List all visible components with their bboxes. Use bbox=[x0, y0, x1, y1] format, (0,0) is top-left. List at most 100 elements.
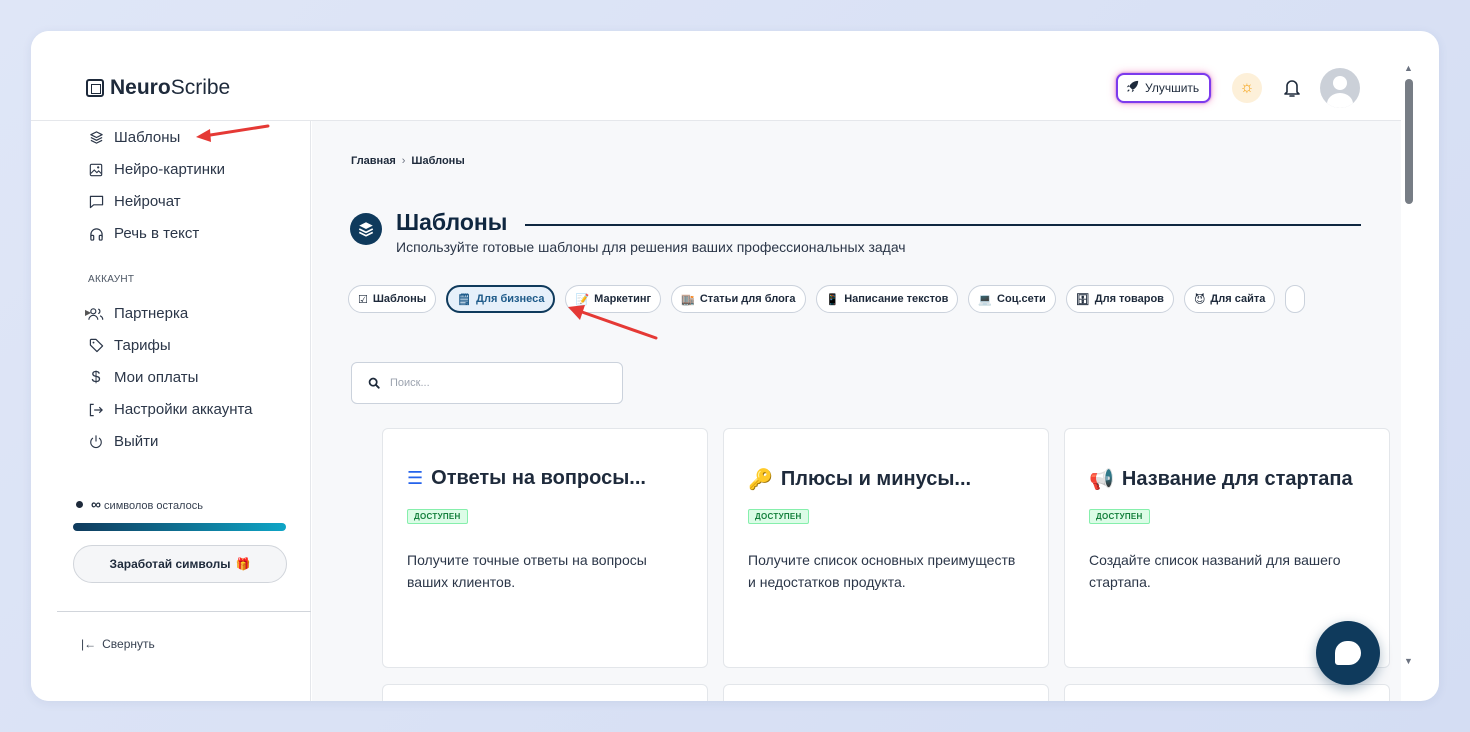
sidebar-item-label: Нейрочат bbox=[114, 193, 181, 210]
image-icon bbox=[88, 162, 104, 178]
megaphone-icon: 📢 bbox=[1089, 469, 1114, 491]
collapse-button[interactable]: |← Свернуть bbox=[81, 637, 155, 651]
card-title: 🔑 Плюсы и минусы... bbox=[748, 468, 972, 491]
symbols-progress-fill bbox=[73, 523, 286, 531]
earn-symbols-button[interactable]: Заработай символы 🎁 bbox=[73, 545, 287, 583]
sidebar-item-label: Речь в текст bbox=[114, 225, 200, 242]
key-icon: 🔑 bbox=[748, 469, 773, 491]
chip-business[interactable]: 🗒 Для бизнеса bbox=[446, 285, 556, 313]
logout-arrow-icon bbox=[88, 402, 104, 418]
bell-icon bbox=[1284, 80, 1300, 97]
page-title: Шаблоны bbox=[396, 209, 508, 235]
chat-bubble-icon bbox=[1335, 641, 1361, 665]
card-title: 📢 Название для стартапа bbox=[1089, 468, 1353, 491]
dollar-icon: $ bbox=[91, 368, 101, 386]
collapse-label: Свернуть bbox=[102, 637, 155, 651]
power-icon bbox=[88, 434, 104, 450]
scrollbar[interactable]: ▲ ▼ bbox=[1401, 61, 1417, 671]
symbols-value: ∞ bbox=[91, 496, 101, 512]
status-dot bbox=[76, 500, 83, 508]
rocket-icon bbox=[1126, 80, 1139, 96]
page-subtitle: Используйте готовые шаблоны для решения … bbox=[396, 239, 906, 255]
notepad-icon: 🗒 bbox=[457, 293, 472, 306]
card-description: Получите точные ответы на вопросы ваших … bbox=[407, 552, 647, 590]
breadcrumb: Главная › Шаблоны bbox=[351, 155, 465, 167]
gift-icon: 🎁 bbox=[235, 557, 251, 571]
sidebar-item-tariffs[interactable]: Тарифы bbox=[88, 337, 171, 354]
search-input[interactable] bbox=[390, 377, 532, 389]
status-badge: ДОСТУПЕН bbox=[748, 509, 809, 524]
template-card[interactable]: ☰ Ответы на вопросы... ДОСТУПЕН Получите… bbox=[382, 428, 708, 668]
collapse-arrow-icon: |← bbox=[81, 637, 97, 651]
avatar[interactable] bbox=[1320, 68, 1360, 108]
breadcrumb-current: Шаблоны bbox=[411, 155, 465, 167]
layers-icon bbox=[350, 213, 382, 245]
template-card[interactable]: 🔑 Плюсы и минусы... ДОСТУПЕН Получите сп… bbox=[723, 428, 1049, 668]
devil-icon: 😈 bbox=[1193, 293, 1206, 306]
title-divider bbox=[525, 224, 1361, 226]
chip-more[interactable] bbox=[1285, 285, 1306, 313]
card-description: Получите список основных преимуществ и н… bbox=[748, 552, 1016, 590]
scroll-up-icon[interactable]: ▲ bbox=[1404, 63, 1413, 73]
users-icon bbox=[88, 306, 104, 322]
tag-icon bbox=[88, 338, 104, 354]
sun-icon: ☼ bbox=[1239, 79, 1255, 96]
sidebar-item-label: Шаблоны bbox=[114, 129, 181, 146]
status-badge: ДОСТУПЕН bbox=[1089, 509, 1150, 524]
template-card[interactable] bbox=[1064, 684, 1390, 701]
sidebar-item-templates[interactable]: Шаблоны bbox=[88, 129, 180, 146]
chip-marketing[interactable]: 📝 Маркетинг bbox=[565, 285, 662, 313]
chip-copywriting[interactable]: 📱 Написание текстов bbox=[815, 285, 959, 313]
sidebar-item-label: Нейро-картинки bbox=[114, 161, 225, 178]
sidebar-item-partner[interactable]: Партнерка bbox=[88, 305, 188, 322]
sidebar-item-label: Тарифы bbox=[114, 337, 171, 354]
card-description: Создайте список названий для вашего стар… bbox=[1089, 552, 1341, 590]
sidebar-divider bbox=[57, 611, 311, 612]
sidebar-item-label: Настройки аккаунта bbox=[114, 401, 253, 418]
chip-products[interactable]: 🗄 Для товаров bbox=[1065, 285, 1174, 313]
sidebar-item-logout[interactable]: Выйти bbox=[88, 433, 158, 450]
chip-social[interactable]: 💻 Соц.сети bbox=[968, 285, 1056, 313]
search-icon bbox=[368, 377, 380, 389]
scroll-down-icon[interactable]: ▼ bbox=[1404, 656, 1413, 666]
upgrade-button[interactable]: Улучшить bbox=[1116, 73, 1212, 103]
symbols-text: символов осталось bbox=[104, 500, 203, 512]
cabinet-icon: 🗄 bbox=[1075, 293, 1090, 306]
chat-widget-button[interactable] bbox=[1316, 621, 1380, 685]
scrollbar-thumb[interactable] bbox=[1405, 79, 1413, 204]
breadcrumb-home[interactable]: Главная bbox=[351, 155, 396, 167]
sidebar-item-speech-to-text[interactable]: Речь в текст bbox=[88, 225, 199, 242]
sidebar-item-neuro-images[interactable]: Нейро-картинки bbox=[88, 161, 225, 178]
laptop-icon: 💻 bbox=[978, 293, 993, 306]
store-icon: 🏬 bbox=[681, 293, 695, 306]
category-chips: ☑ Шаблоны 🗒 Для бизнеса 📝 Маркетинг 🏬 Статьи… bbox=[348, 285, 1306, 313]
checkbox-icon: ☑ bbox=[358, 293, 368, 306]
search-box[interactable] bbox=[351, 362, 623, 404]
sidebar-item-neurochat[interactable]: Нейрочат bbox=[88, 193, 181, 210]
chip-templates[interactable]: ☑ Шаблоны bbox=[348, 285, 437, 313]
chip-blog-articles[interactable]: 🏬 Статьи для блога bbox=[671, 285, 806, 313]
layers-icon bbox=[88, 130, 104, 146]
list-icon: ☰ bbox=[407, 468, 424, 488]
chat-icon bbox=[88, 194, 104, 210]
template-card[interactable] bbox=[382, 684, 708, 701]
main-content: Главная › Шаблоны Шаблоны Используйте го… bbox=[312, 121, 1401, 701]
headphones-icon bbox=[88, 226, 104, 242]
chip-website[interactable]: 😈 Для сайта bbox=[1183, 285, 1276, 313]
logo-icon bbox=[86, 79, 104, 97]
account-section-label: АККАУНТ bbox=[88, 274, 135, 285]
symbols-progress-bar bbox=[73, 523, 286, 531]
theme-toggle-button[interactable]: ☼ bbox=[1232, 73, 1262, 103]
breadcrumb-separator: › bbox=[401, 155, 406, 167]
sidebar-item-payments[interactable]: $ Мои оплаты bbox=[88, 368, 199, 387]
notifications-button[interactable] bbox=[1280, 76, 1304, 100]
template-card[interactable] bbox=[723, 684, 1049, 701]
upgrade-label: Улучшить bbox=[1145, 81, 1200, 95]
sidebar: Шаблоны Нейро-картинки Нейрочат Речь в т… bbox=[31, 121, 311, 701]
sidebar-item-account-settings[interactable]: Настройки аккаунта bbox=[88, 401, 253, 418]
logo-text: NeuroScribe bbox=[110, 76, 231, 99]
memo-icon: 📝 bbox=[575, 293, 590, 306]
sidebar-item-label: Выйти bbox=[114, 433, 159, 450]
sidebar-item-label: Партнерка bbox=[114, 305, 189, 322]
logo[interactable]: NeuroScribe bbox=[86, 76, 230, 100]
